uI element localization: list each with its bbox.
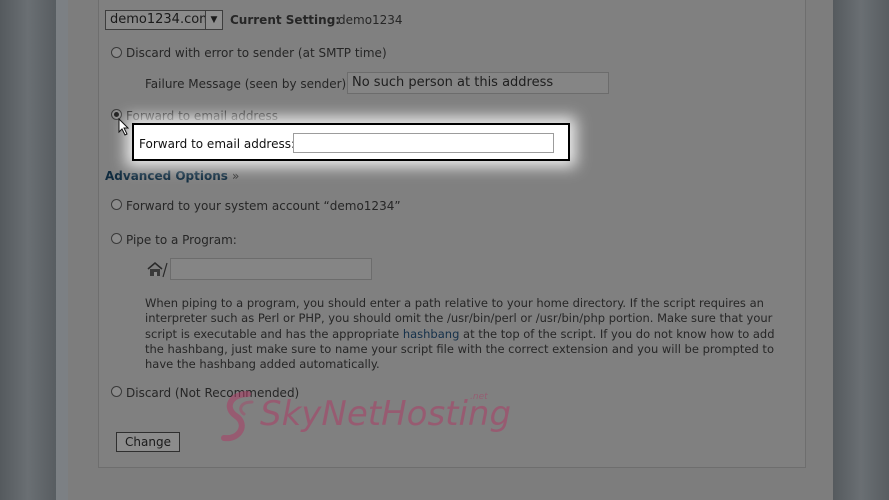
forward-email-input[interactable]: [293, 133, 554, 153]
left-background: [0, 0, 56, 500]
right-background: [833, 0, 889, 500]
left-frame-edge: [56, 0, 68, 500]
watermark-suffix: .net: [470, 392, 488, 402]
watermark-logo-icon: [221, 391, 254, 442]
discard-error-label: Discard with error to sender (at SMTP ti…: [126, 46, 387, 60]
discard-error-radio[interactable]: [111, 47, 122, 58]
chevron-down-icon[interactable]: ▼: [205, 11, 222, 29]
advanced-options-link[interactable]: Advanced Options»: [105, 169, 239, 183]
watermark: SkyNetHosting .net: [218, 388, 558, 448]
hashbang-link[interactable]: hashbang: [403, 327, 460, 341]
current-setting-label: Current Setting:: [230, 13, 341, 27]
forward-email-field-label: Forward to email address:: [139, 137, 296, 151]
failure-message-input[interactable]: No such person at this address: [347, 72, 609, 94]
advanced-options-label: Advanced Options: [105, 169, 228, 183]
forward-system-label: Forward to your system account “demo1234…: [126, 199, 401, 213]
pipe-program-label: Pipe to a Program:: [126, 233, 237, 247]
pipe-path-input[interactable]: [170, 258, 372, 280]
domain-select-value: demo1234.com: [110, 12, 212, 27]
double-chevron-icon: »: [231, 169, 240, 183]
pipe-description: When piping to a program, you should ent…: [145, 296, 775, 372]
house-icon: [147, 261, 168, 278]
domain-select[interactable]: demo1234.com ▼: [105, 10, 223, 30]
forward-system-radio[interactable]: [111, 199, 122, 210]
discard-not-recommended-radio[interactable]: [111, 386, 122, 397]
failure-message-label: Failure Message (seen by sender):: [145, 77, 351, 91]
change-button[interactable]: Change: [116, 432, 180, 452]
pipe-program-radio[interactable]: [111, 233, 122, 244]
current-setting-value: demo1234: [338, 13, 403, 27]
forward-email-radio-label: Forward to email address: [126, 109, 278, 123]
mouse-pointer-icon: [118, 118, 130, 136]
forward-email-highlight: Forward to email address:: [132, 123, 570, 161]
